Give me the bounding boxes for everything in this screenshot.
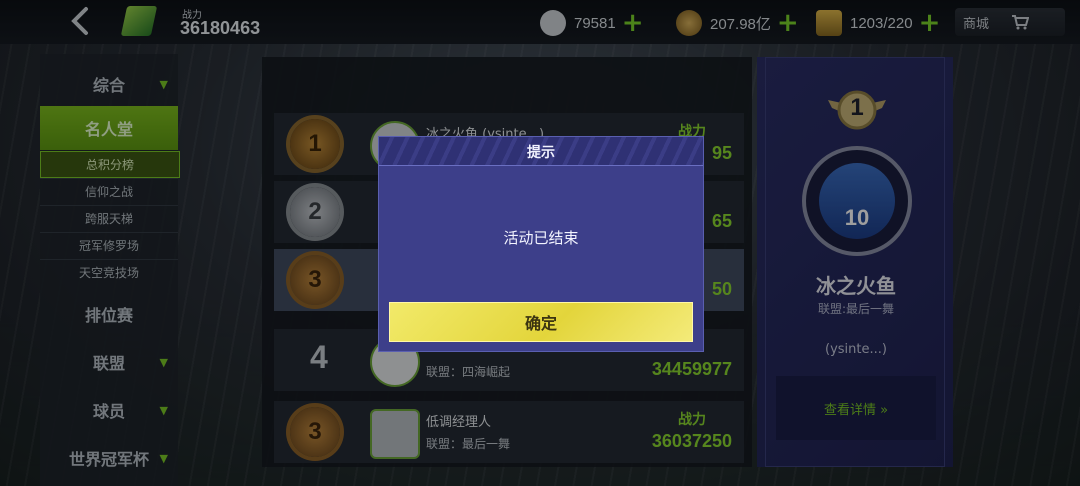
dialog-title: 提示	[527, 145, 555, 161]
confirm-button[interactable]: 确定	[389, 302, 693, 342]
dialog-header: 提示	[379, 137, 703, 166]
dialog-message: 活动已结束	[503, 229, 579, 247]
notice-dialog: 提示 活动已结束 确定	[378, 136, 704, 352]
